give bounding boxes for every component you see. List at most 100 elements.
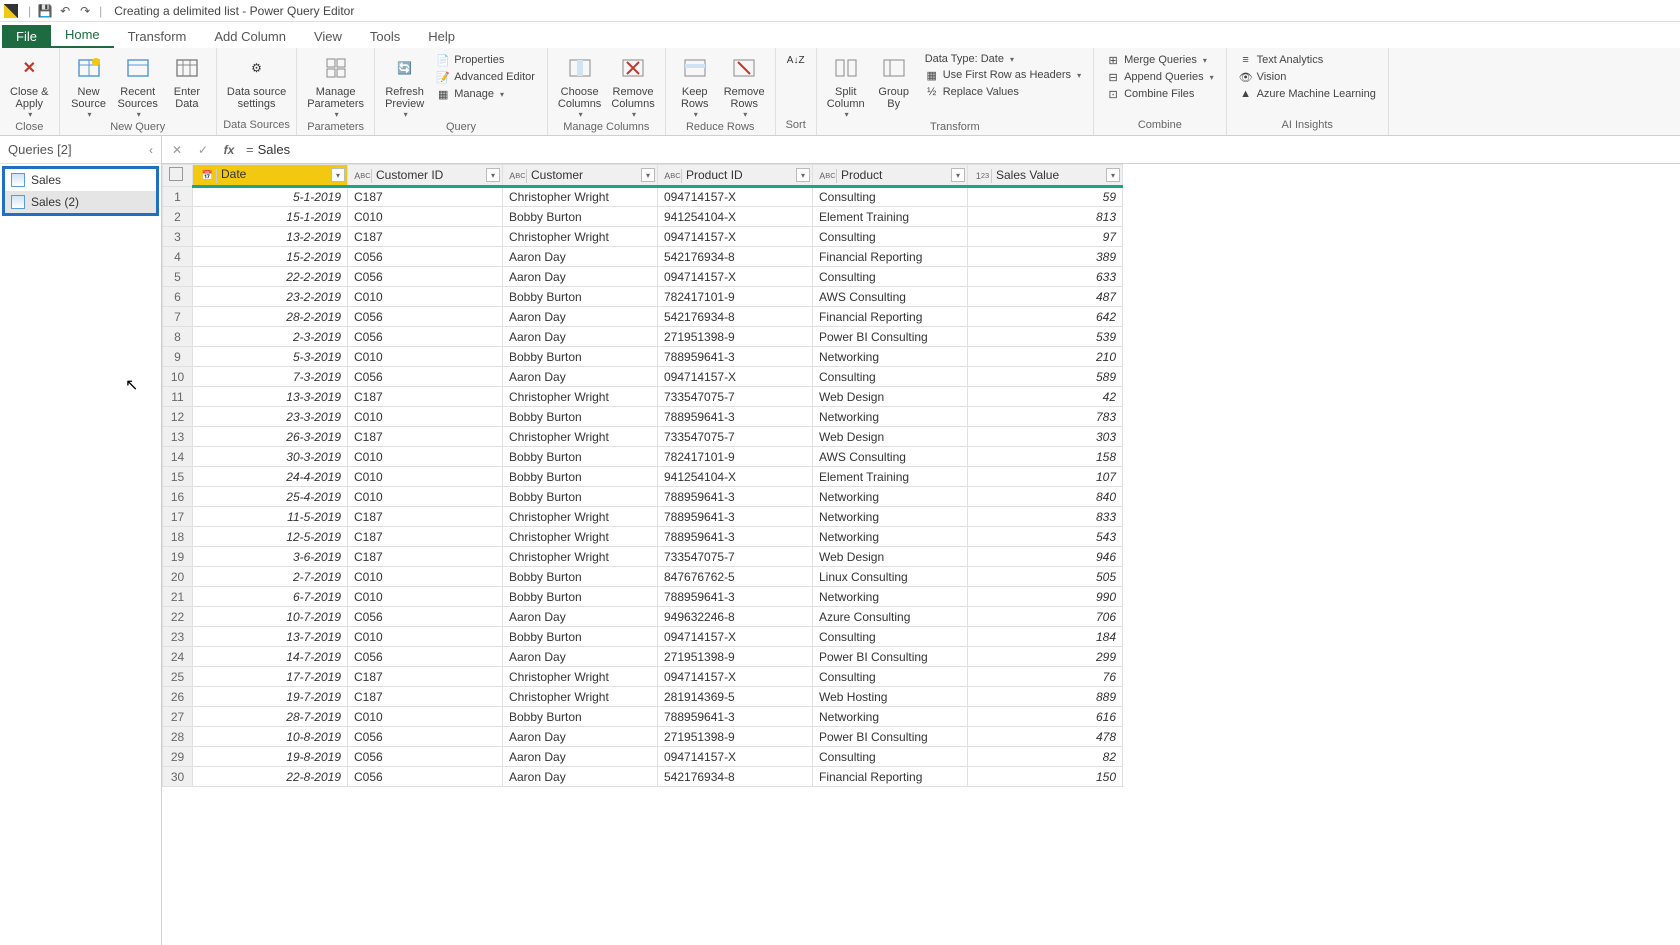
cell[interactable]: 539 (968, 327, 1123, 347)
filter-icon[interactable]: ▾ (951, 168, 965, 182)
cell[interactable]: Web Hosting (813, 687, 968, 707)
accept-formula-icon[interactable]: ✓ (194, 141, 212, 159)
cell[interactable]: Financial Reporting (813, 247, 968, 267)
row-number[interactable]: 21 (163, 587, 193, 607)
cell[interactable]: Aaron Day (503, 747, 658, 767)
query-item-sales2[interactable]: Sales (2) (5, 191, 156, 213)
cell[interactable]: Christopher Wright (503, 527, 658, 547)
row-number[interactable]: 27 (163, 707, 193, 727)
cell[interactable]: Bobby Burton (503, 567, 658, 587)
row-number[interactable]: 20 (163, 567, 193, 587)
row-number[interactable]: 2 (163, 207, 193, 227)
cell[interactable]: C010 (348, 407, 503, 427)
cell[interactable]: 788959641-3 (658, 527, 813, 547)
cell[interactable]: C056 (348, 607, 503, 627)
enter-data-button[interactable]: Enter Data (164, 50, 210, 112)
cell[interactable]: 19-7-2019 (193, 687, 348, 707)
save-icon[interactable]: 💾 (37, 3, 53, 19)
cell[interactable]: Consulting (813, 667, 968, 687)
tab-help[interactable]: Help (414, 25, 469, 48)
data-source-settings-button[interactable]: ⚙ Data source settings (223, 50, 290, 112)
row-number[interactable]: 17 (163, 507, 193, 527)
row-number[interactable]: 18 (163, 527, 193, 547)
cell[interactable]: 487 (968, 287, 1123, 307)
cell[interactable]: 990 (968, 587, 1123, 607)
cell[interactable]: C056 (348, 307, 503, 327)
cell[interactable]: 094714157-X (658, 667, 813, 687)
tab-add-column[interactable]: Add Column (200, 25, 300, 48)
cell[interactable]: 59 (968, 187, 1123, 207)
row-number[interactable]: 29 (163, 747, 193, 767)
cell[interactable]: 82 (968, 747, 1123, 767)
cell[interactable]: 2-3-2019 (193, 327, 348, 347)
cell[interactable]: 76 (968, 667, 1123, 687)
cell[interactable]: Web Design (813, 547, 968, 567)
column-header-date[interactable]: 📅Date▾ (193, 165, 348, 187)
cell[interactable]: Networking (813, 407, 968, 427)
combine-files-button[interactable]: ⊡Combine Files (1102, 86, 1218, 102)
cell[interactable]: 15-1-2019 (193, 207, 348, 227)
type-icon[interactable]: 📅 (199, 169, 217, 183)
cell[interactable]: C056 (348, 747, 503, 767)
column-header-customer-id[interactable]: ABCCustomer ID▾ (348, 165, 503, 187)
table-row[interactable]: 95-3-2019C010Bobby Burton788959641-3Netw… (163, 347, 1123, 367)
cell[interactable]: C187 (348, 387, 503, 407)
undo-icon[interactable]: ↶ (57, 3, 73, 19)
filter-icon[interactable]: ▾ (331, 168, 345, 182)
table-row[interactable]: 415-2-2019C056Aaron Day542176934-8Financ… (163, 247, 1123, 267)
cell[interactable]: Linux Consulting (813, 567, 968, 587)
text-analytics-button[interactable]: ≡Text Analytics (1235, 52, 1380, 68)
cell[interactable]: 833 (968, 507, 1123, 527)
cell[interactable]: C056 (348, 327, 503, 347)
cell[interactable]: 813 (968, 207, 1123, 227)
row-number[interactable]: 12 (163, 407, 193, 427)
cell[interactable]: 107 (968, 467, 1123, 487)
table-row[interactable]: 1625-4-2019C010Bobby Burton788959641-3Ne… (163, 487, 1123, 507)
cell[interactable]: 5-1-2019 (193, 187, 348, 207)
cell[interactable]: 210 (968, 347, 1123, 367)
cell[interactable]: 589 (968, 367, 1123, 387)
tab-transform[interactable]: Transform (114, 25, 201, 48)
cell[interactable]: C187 (348, 547, 503, 567)
recent-sources-button[interactable]: Recent Sources (114, 50, 162, 121)
cell[interactable]: C056 (348, 727, 503, 747)
manage-parameters-button[interactable]: Manage Parameters (303, 50, 368, 121)
cell[interactable]: 788959641-3 (658, 487, 813, 507)
cell[interactable]: Consulting (813, 747, 968, 767)
cell[interactable]: Networking (813, 487, 968, 507)
table-row[interactable]: 728-2-2019C056Aaron Day542176934-8Financ… (163, 307, 1123, 327)
cell[interactable]: 733547075-7 (658, 427, 813, 447)
cell[interactable]: 783 (968, 407, 1123, 427)
row-number[interactable]: 4 (163, 247, 193, 267)
cell[interactable]: 10-8-2019 (193, 727, 348, 747)
cell[interactable]: 094714157-X (658, 747, 813, 767)
row-number[interactable]: 7 (163, 307, 193, 327)
cell[interactable]: 19-8-2019 (193, 747, 348, 767)
group-by-button[interactable]: Group By (871, 50, 917, 112)
cell[interactable]: Aaron Day (503, 267, 658, 287)
cell[interactable]: 23-2-2019 (193, 287, 348, 307)
cell[interactable]: Christopher Wright (503, 227, 658, 247)
table-row[interactable]: 1113-3-2019C187Christopher Wright7335470… (163, 387, 1123, 407)
cell[interactable]: 15-2-2019 (193, 247, 348, 267)
row-number[interactable]: 28 (163, 727, 193, 747)
remove-columns-button[interactable]: Remove Columns (607, 50, 658, 121)
cell[interactable]: 14-7-2019 (193, 647, 348, 667)
tab-file[interactable]: File (2, 25, 51, 48)
cell[interactable]: 788959641-3 (658, 407, 813, 427)
cell[interactable]: Aaron Day (503, 727, 658, 747)
cell[interactable]: 941254104-X (658, 467, 813, 487)
cell[interactable]: C187 (348, 427, 503, 447)
table-row[interactable]: 2919-8-2019C056Aaron Day094714157-XConsu… (163, 747, 1123, 767)
cell[interactable]: 094714157-X (658, 367, 813, 387)
cell[interactable]: C010 (348, 347, 503, 367)
cell[interactable]: 299 (968, 647, 1123, 667)
cell[interactable]: Element Training (813, 207, 968, 227)
cell[interactable]: Bobby Burton (503, 347, 658, 367)
cell[interactable]: 889 (968, 687, 1123, 707)
cell[interactable]: C187 (348, 227, 503, 247)
row-number[interactable]: 1 (163, 187, 193, 207)
close-apply-button[interactable]: ✕ Close & Apply (6, 50, 53, 121)
data-type-button[interactable]: Data Type: Date (921, 52, 1085, 66)
row-number[interactable]: 8 (163, 327, 193, 347)
